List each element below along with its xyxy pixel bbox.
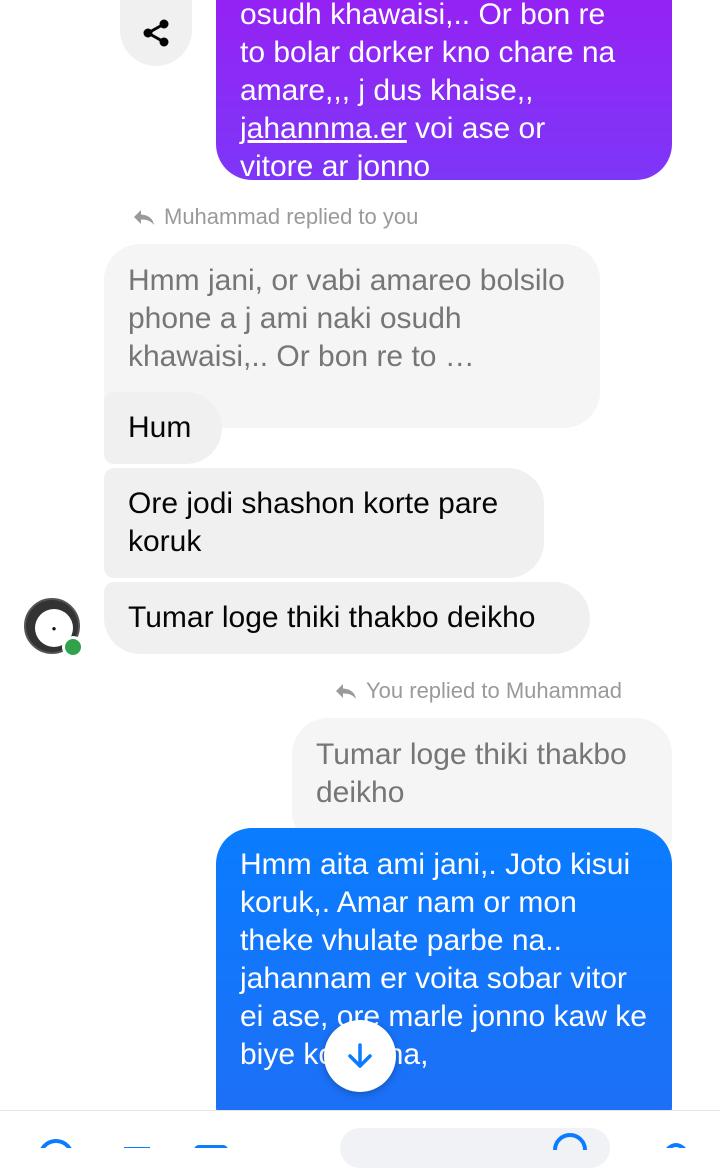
quoted-text: Tumar loge thiki thakbo deikho [316,738,627,809]
share-button[interactable] [120,0,192,66]
message-text: Tumar loge thiki thakbo deikho [128,601,536,634]
sent-message-bubble[interactable]: osudh khawaisi,.. Or bon re to bolar dor… [216,0,672,183]
message-input[interactable] [340,1128,610,1168]
message-line: vitore ar jonno [240,150,431,183]
received-message-bubble[interactable]: Hum [104,392,222,464]
send-like-icon[interactable] [660,1137,690,1148]
received-message-bubble[interactable]: Ore jodi shashon korte pare koruk [104,468,544,578]
share-icon [143,19,169,47]
arrow-down-icon [348,1043,372,1068]
reply-context-label: Muhammad replied to you [132,204,418,230]
message-link[interactable]: jahannma.er [240,112,407,145]
reply-label-text: You replied to Muhammad [366,678,623,703]
reply-arrow-icon [336,684,356,699]
emoji-icon[interactable] [552,1130,588,1150]
sent-message-bubble[interactable]: Hmm aita ami jani,. Joto kisui koruk,. A… [216,828,672,1128]
message-text: voi ase or [406,112,546,145]
message-line: jahannma.er voi ase or [240,110,648,148]
reply-arrow-icon [134,210,154,225]
message-line: amare,,, j dus khaise,, [240,74,534,107]
online-status-dot [62,636,84,658]
message-text: Hmm aita ami jani,. Joto kisui koruk,. A… [240,848,647,1071]
composer-actions-icon[interactable] [28,1137,308,1148]
received-message-bubble[interactable]: Tumar loge thiki thakbo deikho [104,582,590,654]
quoted-text: Hmm jani, or vabi amareo bolsilo phone a… [128,264,565,373]
message-line: osudh khawaisi,.. Or bon re [240,0,606,31]
message-text: Ore jodi shashon korte pare koruk [128,487,499,558]
scroll-to-bottom-button[interactable] [324,1020,396,1092]
reply-context-label: You replied to Muhammad [334,678,622,704]
reply-label-text: Muhammad replied to you [164,204,419,229]
message-text: Hum [128,411,192,444]
contact-avatar[interactable]: ● [24,598,84,658]
message-line: to bolar dorker kno chare na [240,36,616,69]
